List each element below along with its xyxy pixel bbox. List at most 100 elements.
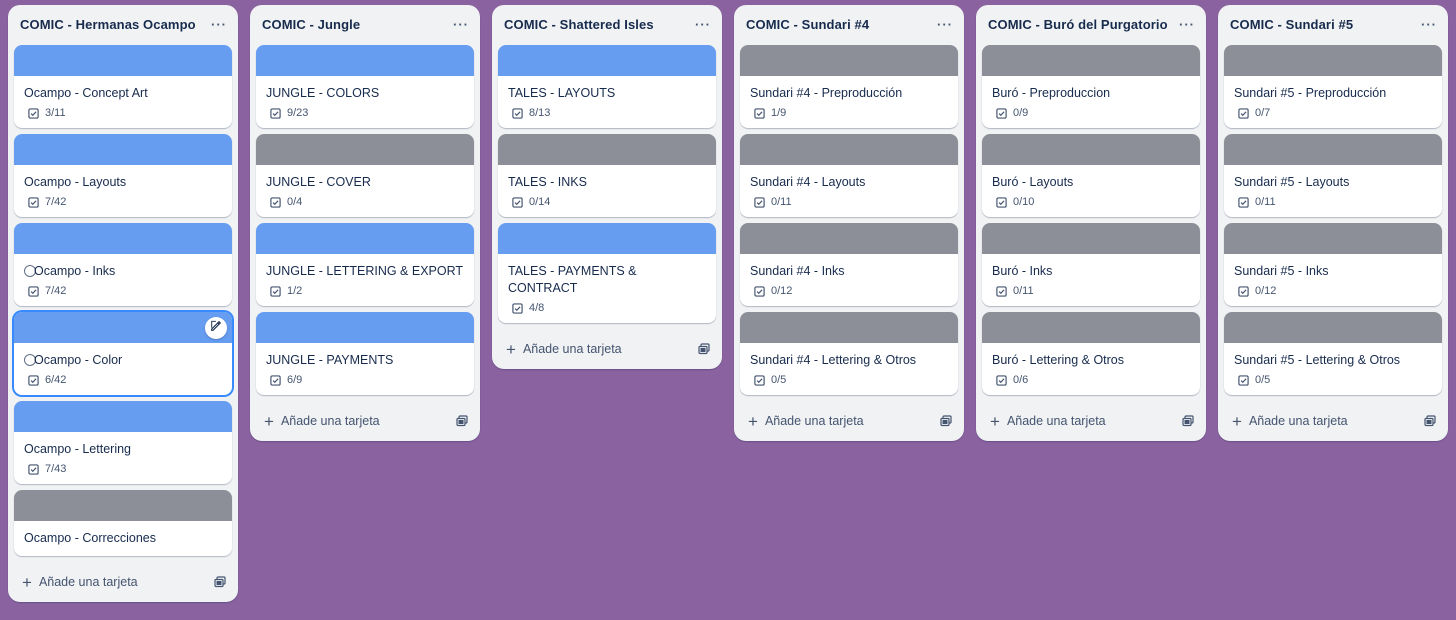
checklist-badge: 1/2 xyxy=(266,285,464,297)
card[interactable]: Sundari #4 - Inks 0/12 xyxy=(740,223,958,306)
edit-card-button[interactable] xyxy=(205,317,227,339)
card[interactable]: JUNGLE - COVER 0/4 xyxy=(256,134,474,217)
card[interactable]: Buró - Inks 0/11 xyxy=(982,223,1200,306)
checklist-badge: 0/5 xyxy=(750,374,948,386)
card[interactable]: JUNGLE - LETTERING & EXPORT 1/2 xyxy=(256,223,474,306)
card[interactable]: Buró - Layouts 0/10 xyxy=(982,134,1200,217)
add-card-button[interactable]: + Añade una tarjeta xyxy=(1218,401,1448,441)
add-card-button[interactable]: + Añade una tarjeta xyxy=(734,401,964,441)
card[interactable]: TALES - INKS 0/14 xyxy=(498,134,716,217)
list-title[interactable]: COMIC - Sundari #4 xyxy=(746,17,869,32)
add-card-button[interactable]: + Añade una tarjeta xyxy=(492,329,722,369)
card-body: JUNGLE - COLORS 9/23 xyxy=(256,76,474,128)
card-container: Ocampo - Concept Art 3/11 Ocampo - Layouts… xyxy=(8,43,238,556)
card-title: Sundari #4 - Inks xyxy=(750,263,948,280)
checklist-icon xyxy=(1238,374,1255,386)
checklist-icon xyxy=(996,196,1013,208)
card-title: Sundari #4 - Layouts xyxy=(750,174,948,191)
card[interactable]: TALES - LAYOUTS 8/13 xyxy=(498,45,716,128)
create-from-template-icon[interactable] xyxy=(940,414,952,432)
list: COMIC - Hermanas Ocampo ··· Ocampo - Conce… xyxy=(8,5,238,602)
checklist-icon xyxy=(28,285,45,297)
card-cover xyxy=(740,45,958,76)
checklist-count: 3/11 xyxy=(45,107,66,119)
list-menu-icon[interactable]: ··· xyxy=(208,13,230,35)
checklist-count: 0/10 xyxy=(1013,196,1035,208)
checklist-count: 0/12 xyxy=(1255,285,1277,297)
add-card-button[interactable]: + Añade una tarjeta xyxy=(250,401,480,441)
card[interactable]: Ocampo - Concept Art 3/11 xyxy=(14,45,232,128)
list-menu-icon[interactable]: ··· xyxy=(934,13,956,35)
card[interactable]: TALES - PAYMENTS & CONTRACT 4/8 xyxy=(498,223,716,323)
list-title[interactable]: COMIC - Hermanas Ocampo xyxy=(20,17,196,32)
list-menu-icon[interactable]: ··· xyxy=(692,13,714,35)
card-body: TALES - INKS 0/14 xyxy=(498,165,716,217)
card-title-text: Sundari #4 - Lettering & Otros xyxy=(750,353,917,367)
list-header: COMIC - Hermanas Ocampo ··· xyxy=(8,5,238,43)
card-container: Buró - Preproduccion 0/9 Buró - Layouts 0/1… xyxy=(976,43,1206,395)
card-body: Sundari #4 - Layouts 0/11 xyxy=(740,165,958,217)
card-cover xyxy=(1224,134,1442,165)
card[interactable]: Sundari #5 - Preproducción 0/7 xyxy=(1224,45,1442,128)
card[interactable]: Sundari #4 - Preproducción 1/9 xyxy=(740,45,958,128)
create-from-template-icon[interactable] xyxy=(1182,414,1194,432)
card-title-text: TALES - LAYOUTS xyxy=(508,86,616,100)
checklist-icon xyxy=(754,285,771,297)
checklist-badge: 0/11 xyxy=(992,285,1190,297)
card-body: Sundari #5 - Lettering & Otros 0/5 xyxy=(1224,343,1442,395)
card-title-text: Buró - Inks xyxy=(992,264,1053,278)
add-card-label: Añade una tarjeta xyxy=(522,342,622,356)
card-cover xyxy=(1224,223,1442,254)
plus-icon: + xyxy=(264,411,274,431)
list-title[interactable]: COMIC - Jungle xyxy=(262,17,360,32)
add-card-button[interactable]: + Añade una tarjeta xyxy=(8,562,238,602)
checklist-badge: 6/9 xyxy=(266,374,464,386)
card[interactable]: Ocampo - Correcciones xyxy=(14,490,232,556)
create-from-template-icon[interactable] xyxy=(1424,414,1436,432)
checklist-count: 0/12 xyxy=(771,285,793,297)
list-title[interactable]: COMIC - Sundari #5 xyxy=(1230,17,1353,32)
checklist-icon xyxy=(28,374,45,386)
card[interactable]: JUNGLE - COLORS 9/23 xyxy=(256,45,474,128)
card[interactable]: Sundari #5 - Inks 0/12 xyxy=(1224,223,1442,306)
checklist-count: 7/42 xyxy=(45,285,67,297)
checklist-badge: 9/23 xyxy=(266,107,464,119)
list-title[interactable]: COMIC - Buró del Purgatorio xyxy=(988,17,1168,32)
card[interactable]: JUNGLE - PAYMENTS 6/9 xyxy=(256,312,474,395)
card[interactable]: Ocampo - Lettering 7/43 xyxy=(14,401,232,484)
card[interactable]: Ocampo - Layouts 7/42 xyxy=(14,134,232,217)
card[interactable]: Buró - Preproduccion 0/9 xyxy=(982,45,1200,128)
checklist-icon xyxy=(754,196,771,208)
card-cover xyxy=(740,223,958,254)
list-menu-icon[interactable]: ··· xyxy=(1176,13,1198,35)
checklist-badge: 7/43 xyxy=(24,463,222,475)
plus-icon: + xyxy=(748,411,758,431)
create-from-template-icon[interactable] xyxy=(698,342,710,360)
card-cover xyxy=(740,134,958,165)
list-title[interactable]: COMIC - Shattered Isles xyxy=(504,17,654,32)
checklist-badge: 7/42 xyxy=(24,285,222,297)
card[interactable]: Sundari #5 - Layouts 0/11 xyxy=(1224,134,1442,217)
card[interactable]: Ocampo - Color 6/42 xyxy=(14,312,232,395)
add-card-button[interactable]: + Añade una tarjeta xyxy=(976,401,1206,441)
checklist-count: 0/5 xyxy=(771,374,787,386)
list-header: COMIC - Buró del Purgatorio ··· xyxy=(976,5,1206,43)
list-menu-icon[interactable]: ··· xyxy=(450,13,472,35)
checklist-count: 0/11 xyxy=(1013,285,1034,297)
card[interactable]: Sundari #4 - Lettering & Otros 0/5 xyxy=(740,312,958,395)
card[interactable]: Buró - Lettering & Otros 0/6 xyxy=(982,312,1200,395)
checklist-icon xyxy=(1238,285,1255,297)
card-title: TALES - PAYMENTS & CONTRACT xyxy=(508,263,706,297)
create-from-template-icon[interactable] xyxy=(456,414,468,432)
list-menu-icon[interactable]: ··· xyxy=(1418,13,1440,35)
checklist-icon xyxy=(270,374,287,386)
card[interactable]: Ocampo - Inks 7/42 xyxy=(14,223,232,306)
list-header: COMIC - Sundari #4 ··· xyxy=(734,5,964,43)
create-from-template-icon[interactable] xyxy=(214,575,226,593)
card[interactable]: Sundari #4 - Layouts 0/11 xyxy=(740,134,958,217)
card-body: Sundari #5 - Inks 0/12 xyxy=(1224,254,1442,306)
card-title: Buró - Preproduccion xyxy=(992,85,1190,102)
card-title-text: Ocampo - Inks xyxy=(34,264,116,278)
add-card-label: Añade una tarjeta xyxy=(280,414,380,428)
card[interactable]: Sundari #5 - Lettering & Otros 0/5 xyxy=(1224,312,1442,395)
